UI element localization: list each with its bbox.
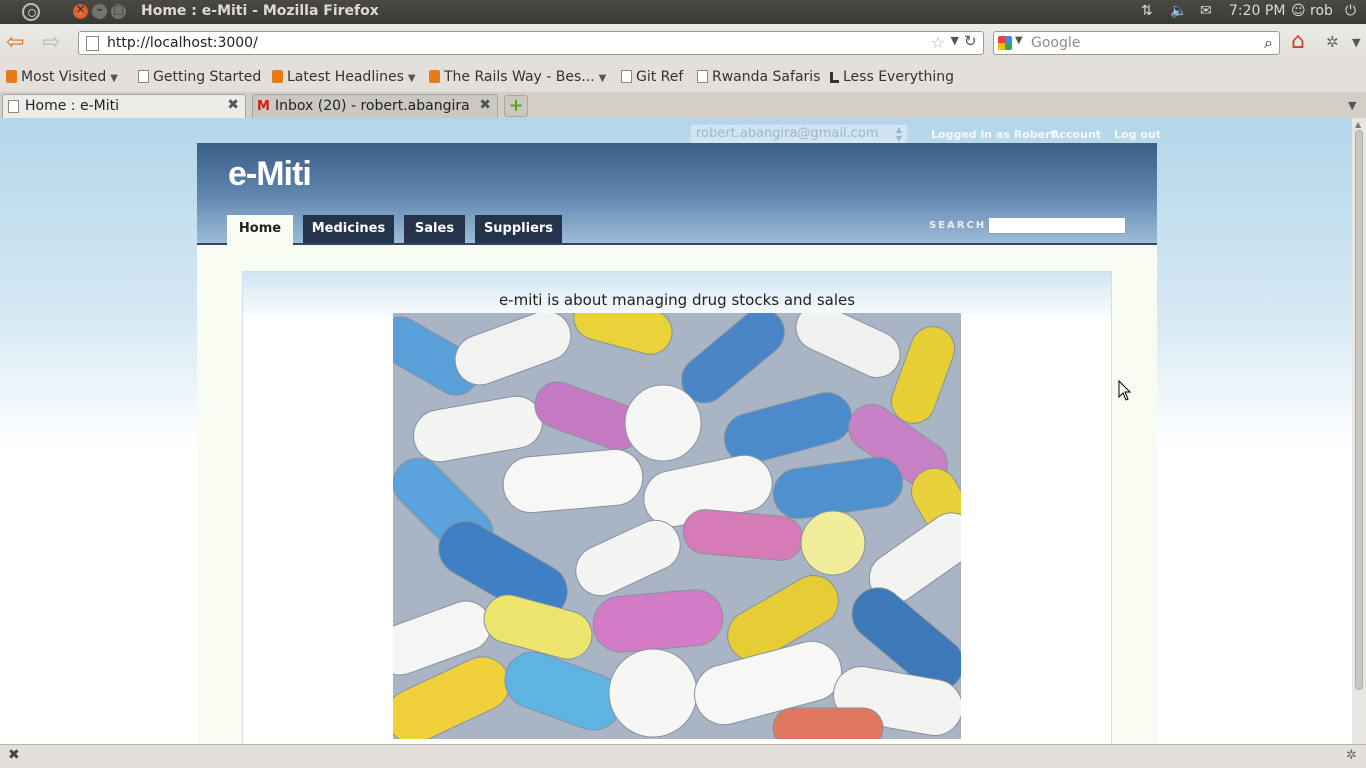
nav-tab-medicines[interactable]: Medicines bbox=[303, 215, 394, 243]
tab-close-icon[interactable]: ✖ bbox=[227, 97, 239, 113]
bookmark-label: Less Everything bbox=[843, 69, 955, 85]
home-icon[interactable]: ⌂ bbox=[1291, 29, 1305, 54]
addon-icon[interactable]: ✲ bbox=[1326, 33, 1339, 51]
bookmark-latest-headlines[interactable]: Latest Headlines ▼ bbox=[272, 69, 416, 85]
page-icon bbox=[8, 100, 19, 113]
tab-label: Home : e-Miti bbox=[25, 98, 119, 114]
folder-icon bbox=[6, 70, 17, 83]
search-icon[interactable]: ⌕ bbox=[1264, 33, 1273, 53]
account-link[interactable]: Account bbox=[1051, 128, 1101, 141]
bookmark-rails-way[interactable]: The Rails Way - Bes... ▼ bbox=[429, 69, 606, 85]
page-icon bbox=[86, 36, 99, 51]
window-minimize-button[interactable]: – bbox=[92, 2, 107, 19]
user-icon[interactable]: ☺ bbox=[1291, 3, 1306, 19]
bookmark-getting-started[interactable]: Getting Started bbox=[138, 69, 261, 85]
less-everything-icon bbox=[830, 72, 839, 83]
bookmark-less-everything[interactable]: Less Everything bbox=[830, 69, 954, 85]
logged-in-text: Logged in as Robert bbox=[931, 128, 1056, 141]
pills-image bbox=[393, 313, 961, 739]
reload-icon[interactable]: ↻ bbox=[964, 32, 984, 54]
bookmark-label: Latest Headlines bbox=[287, 69, 404, 85]
tab-label: Inbox (20) - robert.abangira... bbox=[275, 98, 470, 114]
account-select-value: robert.abangira@gmail.com bbox=[696, 126, 879, 141]
bookmark-label: Getting Started bbox=[153, 69, 262, 85]
dropdown-icon: ▼ bbox=[110, 73, 118, 84]
tagline: e-miti is about managing drug stocks and… bbox=[498, 291, 856, 309]
tab-close-icon[interactable]: ✖ bbox=[479, 97, 491, 113]
dropdown-icon: ▼ bbox=[407, 73, 416, 84]
toolbar-chevron-icon[interactable]: ▼ bbox=[1352, 36, 1360, 49]
network-icon[interactable]: ⇅ bbox=[1141, 3, 1153, 19]
mouse-cursor-icon bbox=[1118, 380, 1132, 401]
url-text[interactable]: http://localhost:3000/ bbox=[107, 35, 258, 51]
window-maximize-button[interactable]: □ bbox=[111, 2, 126, 19]
google-icon[interactable] bbox=[998, 36, 1012, 50]
page-icon bbox=[621, 70, 632, 83]
nav-tab-home[interactable]: Home bbox=[227, 215, 293, 245]
scrollbar-thumb[interactable] bbox=[1355, 130, 1363, 690]
close-addon-bar-icon[interactable]: ✖ bbox=[8, 747, 20, 763]
url-history-dropdown-icon[interactable]: ▼ bbox=[951, 34, 959, 47]
bookmark-label: Rwanda Safaris bbox=[712, 69, 821, 85]
status-bar: ✖ ✲ bbox=[0, 744, 1366, 768]
user-name[interactable]: rob bbox=[1310, 3, 1333, 19]
mail-icon[interactable]: ✉ bbox=[1200, 3, 1212, 19]
page-icon bbox=[138, 70, 149, 83]
bookmark-label: Most Visited bbox=[21, 69, 107, 85]
page-scrollbar[interactable]: ▲ bbox=[1352, 118, 1366, 744]
main-content: e-miti is about managing drug stocks and… bbox=[242, 271, 1112, 744]
url-bar[interactable]: http://localhost:3000/ ☆ ▼ bbox=[78, 31, 984, 55]
pills-photo bbox=[393, 313, 961, 739]
bookmark-rwanda-safaris[interactable]: Rwanda Safaris bbox=[697, 69, 820, 85]
window-titlebar: × – □ Home : e-Miti - Mozilla Firefox ⇅ … bbox=[0, 0, 1366, 24]
forward-button[interactable]: ⇨ bbox=[42, 32, 60, 54]
nav-tab-suppliers[interactable]: Suppliers bbox=[475, 215, 562, 243]
page-viewport: robert.abangira@gmail.com ▲ ▼ Logged in a… bbox=[0, 118, 1352, 744]
scroll-up-icon[interactable]: ▲ bbox=[1355, 120, 1361, 129]
new-tab-button[interactable]: + bbox=[504, 95, 528, 117]
tab-inbox[interactable]: M Inbox (20) - robert.abangira... ✖ bbox=[252, 94, 498, 118]
window-close-button[interactable]: × bbox=[73, 2, 88, 19]
bookmark-label: The Rails Way - Bes... bbox=[444, 69, 595, 85]
search-engine-dropdown-icon[interactable]: ▼ bbox=[1015, 35, 1023, 46]
bookmark-git-ref[interactable]: Git Ref bbox=[621, 69, 683, 85]
logout-link[interactable]: Log out bbox=[1114, 128, 1161, 141]
back-button[interactable]: ⇦ bbox=[6, 32, 24, 54]
site-logo[interactable]: e-Miti bbox=[228, 155, 312, 194]
site-search-input[interactable] bbox=[988, 217, 1126, 234]
page-icon bbox=[697, 70, 708, 83]
dropdown-icon: ▼ bbox=[598, 73, 607, 84]
clock[interactable]: 7:20 PM bbox=[1229, 3, 1285, 19]
rss-icon bbox=[272, 70, 283, 83]
site-header: e-Miti Home Medicines Sales Suppliers SE… bbox=[197, 143, 1157, 245]
bookmark-most-visited[interactable]: Most Visited ▼ bbox=[6, 69, 118, 85]
account-select[interactable]: robert.abangira@gmail.com ▲ ▼ bbox=[690, 124, 908, 144]
bookmark-label: Git Ref bbox=[636, 69, 684, 85]
tab-strip: Home : e-Miti ✖ M Inbox (20) - robert.ab… bbox=[0, 92, 1366, 119]
tab-home-emiti[interactable]: Home : e-Miti ✖ bbox=[2, 94, 246, 118]
nav-tab-sales[interactable]: Sales bbox=[404, 215, 465, 243]
addon-status-icon[interactable]: ✲ bbox=[1346, 748, 1357, 763]
search-label: SEARCH bbox=[929, 220, 987, 231]
tab-list-chevron-icon[interactable]: ▼ bbox=[1348, 99, 1356, 112]
select-arrows-icon: ▲ ▼ bbox=[895, 125, 902, 143]
site-container: e-Miti Home Medicines Sales Suppliers SE… bbox=[197, 143, 1157, 744]
volume-icon[interactable]: 🔈 bbox=[1170, 3, 1187, 19]
rss-icon bbox=[429, 70, 440, 83]
ubuntu-logo-icon[interactable] bbox=[22, 3, 40, 21]
browser-toolbar: ⇦ ⇨ http://localhost:3000/ ☆ ▼ ↻ ▼ Googl… bbox=[0, 24, 1366, 64]
window-title: Home : e-Miti - Mozilla Firefox bbox=[141, 3, 379, 19]
gmail-icon: M bbox=[257, 99, 270, 114]
power-icon[interactable]: ⏻ bbox=[1345, 3, 1356, 19]
search-bar[interactable]: ▼ Google ⌕ bbox=[993, 31, 1280, 55]
bookmark-star-icon[interactable]: ☆ bbox=[931, 33, 945, 52]
bookmarks-toolbar: Most Visited ▼ Getting Started Latest Hea… bbox=[0, 64, 1366, 92]
search-placeholder[interactable]: Google bbox=[1031, 35, 1080, 51]
